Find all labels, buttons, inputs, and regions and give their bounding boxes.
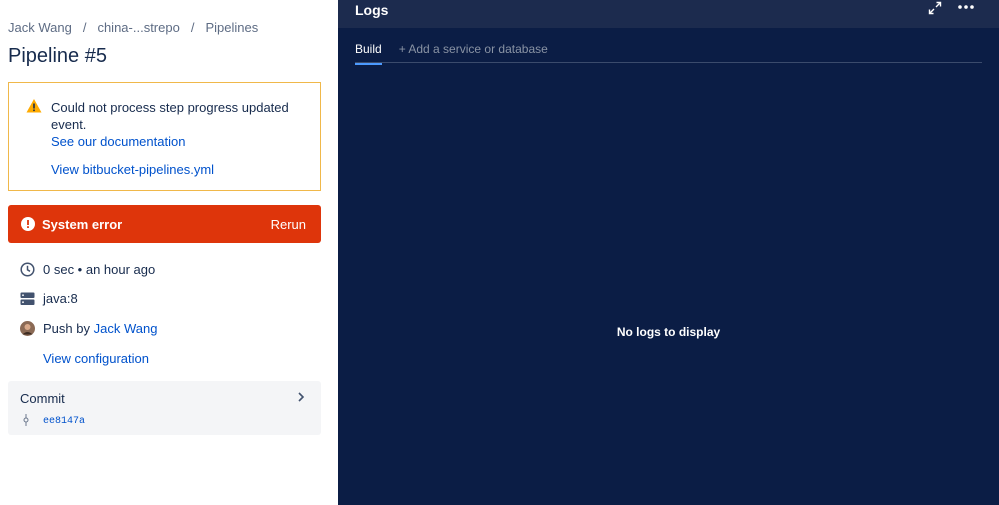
add-service-tab[interactable]: + Add a service or database [399, 42, 548, 64]
breadcrumb-separator: / [190, 20, 195, 35]
trigger-row: Push by Jack Wang [20, 321, 157, 336]
expand-icon[interactable] [928, 1, 942, 15]
logs-panel: Logs Build + Add a service or database N… [338, 0, 999, 505]
page-title: Pipeline #5 [8, 45, 107, 67]
logs-tabs: Build + Add a service or database [355, 42, 548, 65]
error-circle-icon [21, 217, 35, 231]
documentation-link[interactable]: See our documentation [51, 134, 185, 149]
pipelines-yml-link[interactable]: View bitbucket-pipelines.yml [51, 162, 214, 177]
commit-heading: Commit [20, 391, 65, 406]
error-status-label: System error [42, 217, 123, 232]
commit-icon [23, 414, 29, 426]
docker-image-text: java:8 [43, 291, 78, 306]
pipeline-detail-panel: Jack Wang / china-...strepo / Pipelines … [0, 0, 338, 505]
clock-icon [20, 262, 35, 277]
chevron-right-icon[interactable] [296, 391, 306, 403]
app-root: Jack Wang / china-...strepo / Pipelines … [0, 0, 999, 505]
tab-build[interactable]: Build [355, 42, 382, 65]
image-row: java:8 [20, 291, 78, 306]
rerun-button[interactable]: Rerun [271, 217, 306, 232]
breadcrumb: Jack Wang / china-...strepo / Pipelines [8, 20, 258, 35]
breadcrumb-repo[interactable]: china-...strepo [97, 20, 179, 35]
system-error-banner: System error Rerun [8, 205, 321, 243]
logs-header: Logs [338, 0, 999, 28]
warning-message-box: Could not process step progress updated … [8, 82, 321, 191]
tabs-divider [355, 62, 982, 63]
empty-logs-message: No logs to display [616, 325, 721, 339]
logs-title: Logs [355, 2, 389, 18]
more-options-icon[interactable] [956, 0, 976, 14]
author-link[interactable]: Jack Wang [94, 321, 158, 336]
warning-text: Could not process step progress updated … [51, 100, 289, 132]
push-by-label: Push by [43, 321, 90, 336]
duration-row: 0 sec • an hour ago [20, 262, 155, 277]
view-configuration-link[interactable]: View configuration [43, 351, 149, 366]
breadcrumb-separator: / [82, 20, 87, 35]
commit-hash-link[interactable]: ee8147a [43, 416, 85, 427]
warning-triangle-icon [26, 99, 42, 113]
breadcrumb-user[interactable]: Jack Wang [8, 20, 72, 35]
breadcrumb-pipelines[interactable]: Pipelines [205, 20, 258, 35]
commit-section[interactable]: Commit ee8147a [8, 381, 321, 435]
server-icon [20, 291, 35, 306]
duration-text: 0 sec • an hour ago [43, 262, 156, 277]
avatar [20, 321, 35, 336]
